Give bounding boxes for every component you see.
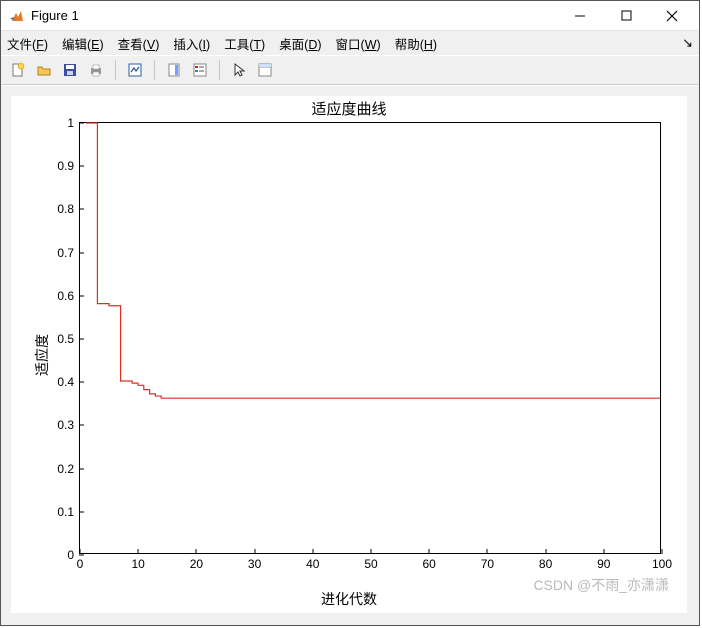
insert-colorbar-button[interactable] [163,59,185,81]
x-tick-mark [487,549,488,554]
menu-help[interactable]: 帮助(H) [395,34,437,53]
menu-edit[interactable]: 编辑(E) [62,34,104,53]
y-tick-mark [79,468,84,469]
x-tick-mark [603,549,604,554]
y-tick-label: 0.6 [57,289,80,303]
y-tick-label: 0.3 [57,418,80,432]
x-tick-mark [80,549,81,554]
y-tick-mark [79,166,84,167]
y-axis-label: 适应度 [32,334,52,376]
menu-window[interactable]: 窗口(W) [336,34,381,53]
toolbar-separator [154,60,155,80]
maximize-icon [621,10,632,21]
menu-tools[interactable]: 工具(T) [224,34,265,53]
print-icon [88,62,104,78]
x-tick-mark [312,549,313,554]
x-tick-label: 90 [597,553,610,571]
toolbar-separator [115,60,116,80]
y-tick-mark [79,339,84,340]
y-tick-mark [79,511,84,512]
toolbar [1,55,699,85]
matlab-icon [9,8,25,24]
print-button[interactable] [85,59,107,81]
x-tick-mark [662,549,663,554]
y-tick-label: 0.9 [57,159,80,173]
x-tick-label: 30 [248,553,261,571]
save-icon [62,62,78,78]
series-line [86,123,660,398]
menu-desktop[interactable]: 桌面(D) [279,34,321,53]
x-tick-mark [254,549,255,554]
x-tick-label: 20 [190,553,203,571]
menu-view[interactable]: 查看(V) [118,34,160,53]
legend-icon [192,62,208,78]
menu-overflow-icon[interactable]: ↘ [682,35,693,51]
y-tick-label: 0.2 [57,462,80,476]
minimize-icon [574,10,586,22]
maximize-button[interactable] [603,1,649,31]
x-tick-mark [196,549,197,554]
y-tick-label: 0.4 [57,375,80,389]
x-tick-label: 50 [364,553,377,571]
menubar: 文件(F) 编辑(E) 查看(V) 插入(I) 工具(T) 桌面(D) 窗口(W… [1,31,699,55]
pointer-icon [231,62,247,78]
fitness-line-plot [80,123,660,553]
x-axis-label: 进化代数 [11,589,687,609]
menu-file[interactable]: 文件(F) [7,34,48,53]
y-tick-label: 0.1 [57,505,80,519]
colorbar-icon [166,62,182,78]
axes[interactable]: 00.10.20.30.40.50.60.70.80.9101020304050… [79,122,661,554]
minimize-button[interactable] [557,1,603,31]
link-plot-button[interactable] [124,59,146,81]
y-tick-mark [79,382,84,383]
x-tick-label: 60 [423,553,436,571]
x-tick-label: 0 [77,553,84,571]
menu-insert[interactable]: 插入(I) [173,34,210,53]
figure-window: Figure 1 文件(F) 编辑(E) 查看(V) 插入(I) 工具(T) 桌… [0,0,700,626]
y-tick-label: 0.8 [57,202,80,216]
open-button[interactable] [33,59,55,81]
window-title: Figure 1 [31,8,79,23]
close-icon [666,10,678,22]
insert-legend-button[interactable] [189,59,211,81]
plot-canvas: 适应度曲线 适应度 进化代数 00.10.20.30.40.50.60.70.8… [11,96,687,613]
new-figure-button[interactable] [7,59,29,81]
y-tick-label: 0.7 [57,246,80,260]
close-button[interactable] [649,1,695,31]
y-tick-mark [79,123,84,124]
x-tick-mark [138,549,139,554]
new-file-icon [10,62,26,78]
y-tick-mark [79,209,84,210]
edit-pointer-button[interactable] [228,59,250,81]
chart-title: 适应度曲线 [11,96,687,119]
y-tick-mark [79,252,84,253]
x-tick-label: 80 [539,553,552,571]
save-button[interactable] [59,59,81,81]
x-tick-mark [371,549,372,554]
x-tick-label: 10 [132,553,145,571]
plot-area: 适应度曲线 适应度 进化代数 00.10.20.30.40.50.60.70.8… [1,86,699,625]
x-tick-label: 70 [481,553,494,571]
titlebar: Figure 1 [1,1,699,31]
inspector-icon [257,62,273,78]
x-tick-mark [429,549,430,554]
x-tick-label: 40 [306,553,319,571]
y-tick-label: 0.5 [57,332,80,346]
property-inspector-button[interactable] [254,59,276,81]
y-tick-mark [79,425,84,426]
open-folder-icon [36,62,52,78]
toolbar-separator [219,60,220,80]
x-tick-mark [545,549,546,554]
link-icon [127,62,143,78]
x-tick-label: 100 [652,553,672,571]
y-tick-mark [79,295,84,296]
